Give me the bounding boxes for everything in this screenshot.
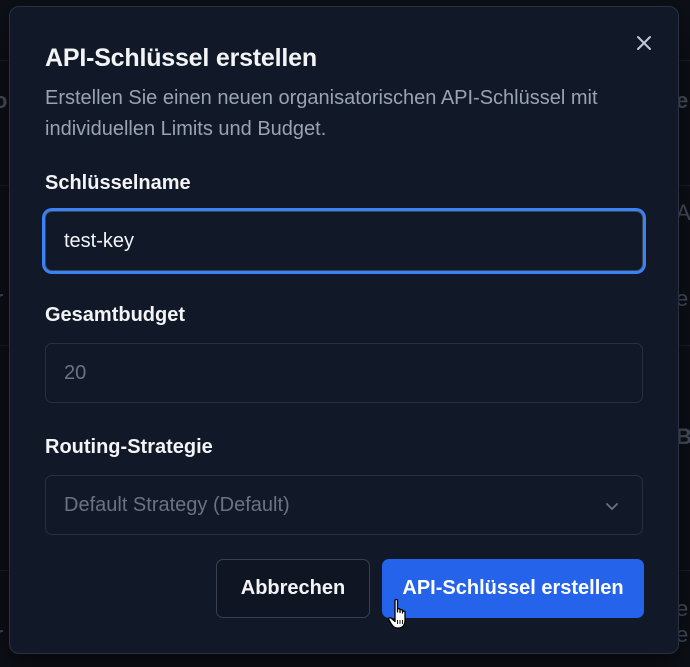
chevron-down-icon <box>606 503 618 510</box>
dialog-title: API-Schlüssel erstellen <box>45 44 317 72</box>
close-button[interactable] <box>632 31 656 55</box>
cancel-button[interactable]: Abbrechen <box>216 559 370 618</box>
routing-strategy-label: Routing-Strategie <box>45 436 213 458</box>
total-budget-label: Gesamtbudget <box>45 304 186 326</box>
background-text-fragment: r <box>0 286 3 312</box>
create-api-key-dialog: API-Schlüssel erstellen Erstellen Sie ei… <box>9 6 679 654</box>
total-budget-input[interactable] <box>45 343 643 403</box>
background-text-fragment: o <box>0 88 8 113</box>
create-api-key-button[interactable]: API-Schlüssel erstellen <box>382 559 644 618</box>
routing-strategy-select[interactable]: Default Strategy (Default) <box>45 475 643 535</box>
key-name-label: Schlüsselname <box>45 172 191 194</box>
key-name-input[interactable] <box>45 211 643 271</box>
dialog-description: Erstellen Sie einen neuen organisatorisc… <box>45 87 598 140</box>
x-close-icon <box>637 36 651 50</box>
routing-strategy-selected-value: Default Strategy (Default) <box>64 493 290 516</box>
background-text-fragment: r <box>0 622 3 648</box>
